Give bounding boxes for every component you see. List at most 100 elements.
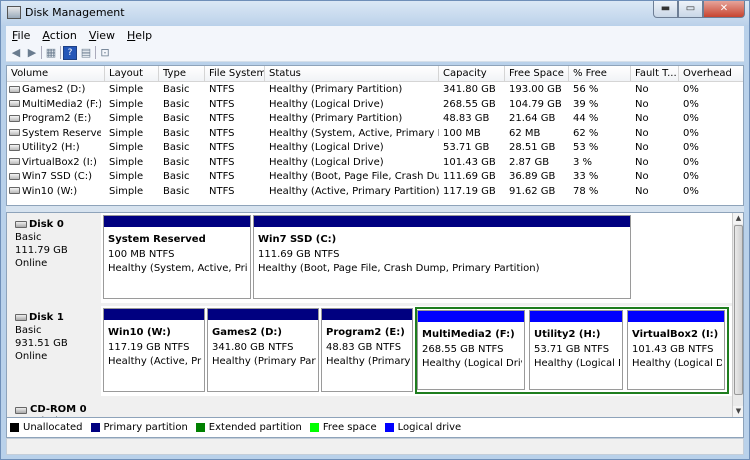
partition-block[interactable]: Program2 (E:) 48.83 GB NTFS Healthy (Prima… <box>321 308 413 392</box>
volume-cell: 0% <box>683 171 699 182</box>
volume-cell: No <box>635 156 649 168</box>
volume-cell: Simple <box>109 84 144 95</box>
volume-cell: 268.55 GB <box>443 98 496 110</box>
partition-text: System Reserved 100 MB NTFS Healthy (Syste… <box>108 233 248 277</box>
menu-action[interactable]: Action <box>36 29 82 42</box>
volume-cell: 111.69 GB <box>443 171 496 182</box>
partition-block[interactable]: Games2 (D:) 341.80 GB NTFS Healthy (Primar… <box>207 308 319 392</box>
menu-file[interactable]: File <box>6 29 36 42</box>
volume-cell: NTFS <box>209 98 235 110</box>
partition-text: Program2 (E:) 48.83 GB NTFS Healthy (Prima… <box>326 326 410 370</box>
title-bar[interactable]: Disk Management ▬ ▭ ✕ <box>1 1 749 25</box>
volume-row[interactable]: Program2 (E:) Simple Basic NTFS Healthy (Pri… <box>7 112 743 127</box>
column-header[interactable]: Volume <box>7 66 105 82</box>
volume-cell: Healthy (Primary Partition) <box>269 113 403 124</box>
column-header[interactable]: Status <box>265 66 439 82</box>
legend-bar: Unallocated Primary partition Extended par… <box>6 418 744 438</box>
volume-row[interactable]: VirtualBox2 (I:) Simple Basic NTFS Healthy (… <box>7 156 743 171</box>
volume-cell: Simple <box>109 113 144 124</box>
volume-cell: 62 MB <box>509 127 541 139</box>
partition-block[interactable]: Win10 (W:) 117.19 GB NTFS Healthy (Active,… <box>103 308 205 392</box>
window-title: Disk Management <box>25 6 125 19</box>
volume-cell: Basic <box>163 113 190 124</box>
show-hide-pane-icon[interactable]: ▤ <box>79 46 93 60</box>
partition-status: Healthy (Logical Dr <box>534 358 620 369</box>
menu-help[interactable]: Help <box>121 29 158 42</box>
partition-block[interactable]: MultiMedia2 (F:) 268.55 GB NTFS Healthy (L… <box>417 310 525 390</box>
column-header[interactable]: Fault T... <box>631 66 679 82</box>
partition-status: Healthy (Boot, Page File, Crash Dump, Pr… <box>258 263 540 274</box>
hard-disk-icon <box>15 221 27 228</box>
drive-icon <box>9 143 20 151</box>
volume-row[interactable]: Games2 (D:) Simple Basic NTFS Healthy (Prima… <box>7 83 743 98</box>
volume-cell: 193.00 GB <box>509 84 562 95</box>
volume-cell: VirtualBox2 (I:) <box>7 156 101 171</box>
disk-size: 111.79 GB <box>15 245 68 256</box>
column-header[interactable]: Free Space <box>505 66 569 82</box>
properties-icon[interactable]: ▦ <box>44 46 58 60</box>
primary-partition-bar <box>254 216 630 227</box>
scroll-down-icon[interactable]: ▼ <box>733 406 743 417</box>
partition-text: Win10 (W:) 117.19 GB NTFS Healthy (Active,… <box>108 326 202 370</box>
disk-1-info[interactable]: Disk 1 Basic 931.51 GB Online <box>7 306 101 396</box>
partition-block[interactable]: VirtualBox2 (I:) 101.43 GB NTFS Healthy (L… <box>627 310 725 390</box>
partition-block[interactable]: Utility2 (H:) 53.71 GB NTFS Healthy (Logic… <box>529 310 623 390</box>
volume-name: Win10 (W:) <box>22 185 78 197</box>
close-button[interactable]: ✕ <box>703 1 745 18</box>
volume-row[interactable]: Win10 (W:) Simple Basic NTFS Healthy (Active… <box>7 185 743 200</box>
partition-name: Games2 (D:) <box>212 327 282 338</box>
volume-cell: 36.89 GB <box>509 171 556 182</box>
volume-cell: Healthy (Logical Drive) <box>269 98 384 110</box>
drive-icon <box>9 158 20 165</box>
back-arrow-icon[interactable]: ◀ <box>9 46 23 60</box>
partition-status: Healthy (Logical Drive <box>422 358 522 369</box>
logical-partition-bar <box>418 311 524 322</box>
column-header[interactable]: Overhead <box>679 66 743 82</box>
legend-swatch <box>90 423 100 432</box>
scroll-up-icon[interactable]: ▲ <box>733 213 743 224</box>
volume-name: System Reserved <box>22 127 101 139</box>
volume-cell: 117.19 GB <box>443 185 496 197</box>
volume-cell: 0% <box>683 142 699 153</box>
column-header[interactable]: % Free <box>569 66 631 82</box>
menu-label: elp <box>135 28 153 42</box>
forward-arrow-icon[interactable]: ▶ <box>25 46 39 60</box>
volume-row[interactable]: System Reserved Simple Basic NTFS Healthy (S… <box>7 127 743 142</box>
volume-cell: Basic <box>163 84 190 95</box>
cdrom-0-info[interactable]: CD-ROM 0 DVD (G:) <box>7 399 101 417</box>
legend-swatch <box>195 423 205 432</box>
maximize-button[interactable]: ▭ <box>678 1 703 18</box>
column-header[interactable]: File System <box>205 66 265 82</box>
drive-icon <box>9 114 20 122</box>
volume-cell: Simple <box>109 127 144 139</box>
help-icon[interactable]: ? <box>63 45 77 60</box>
disk-pane-scrollbar[interactable]: ▲ ▼ <box>732 213 743 417</box>
minimize-button[interactable]: ▬ <box>653 1 678 18</box>
column-header[interactable]: Layout <box>105 66 159 82</box>
menu-view[interactable]: View <box>83 29 121 42</box>
volume-row[interactable]: MultiMedia2 (F:) Simple Basic NTFS Healthy (… <box>7 98 743 113</box>
volume-cell: Program2 (E:) <box>7 112 101 127</box>
volume-cell: NTFS <box>209 113 235 124</box>
rescan-disks-icon[interactable]: ⊡ <box>98 46 112 60</box>
volume-cell: 0% <box>683 185 699 197</box>
partition-status: Healthy (Logical Dri <box>632 358 722 369</box>
disk-0-info[interactable]: Disk 0 Basic 111.79 GB Online <box>7 213 101 303</box>
volume-list-header: Volume Layout Type File System Status Capacit… <box>7 66 743 82</box>
volume-cell: 0% <box>683 98 699 110</box>
scrollbar-thumb[interactable] <box>734 225 743 395</box>
column-header[interactable]: Type <box>159 66 205 82</box>
volume-row[interactable]: Win7 SSD (C:) Simple Basic NTFS Healthy (Boo… <box>7 170 743 185</box>
drive-icon <box>9 100 20 107</box>
volume-cell: 48.83 GB <box>443 113 490 124</box>
partition-block[interactable]: System Reserved 100 MB NTFS Healthy (Syste… <box>103 215 251 299</box>
volume-cell: NTFS <box>209 171 235 182</box>
volume-row[interactable]: Utility2 (H:) Simple Basic NTFS Healthy (Log… <box>7 141 743 156</box>
partition-name: Program2 (E:) <box>326 327 405 338</box>
disk-type: Basic <box>15 232 42 243</box>
partition-text: Win7 SSD (C:) 111.69 GB NTFS Healthy (Boot… <box>258 233 628 277</box>
volume-cell: Basic <box>163 185 190 197</box>
partition-text: MultiMedia2 (F:) 268.55 GB NTFS Healthy (L… <box>422 328 522 372</box>
partition-block[interactable]: Win7 SSD (C:) 111.69 GB NTFS Healthy (Boot… <box>253 215 631 299</box>
column-header[interactable]: Capacity <box>439 66 505 82</box>
